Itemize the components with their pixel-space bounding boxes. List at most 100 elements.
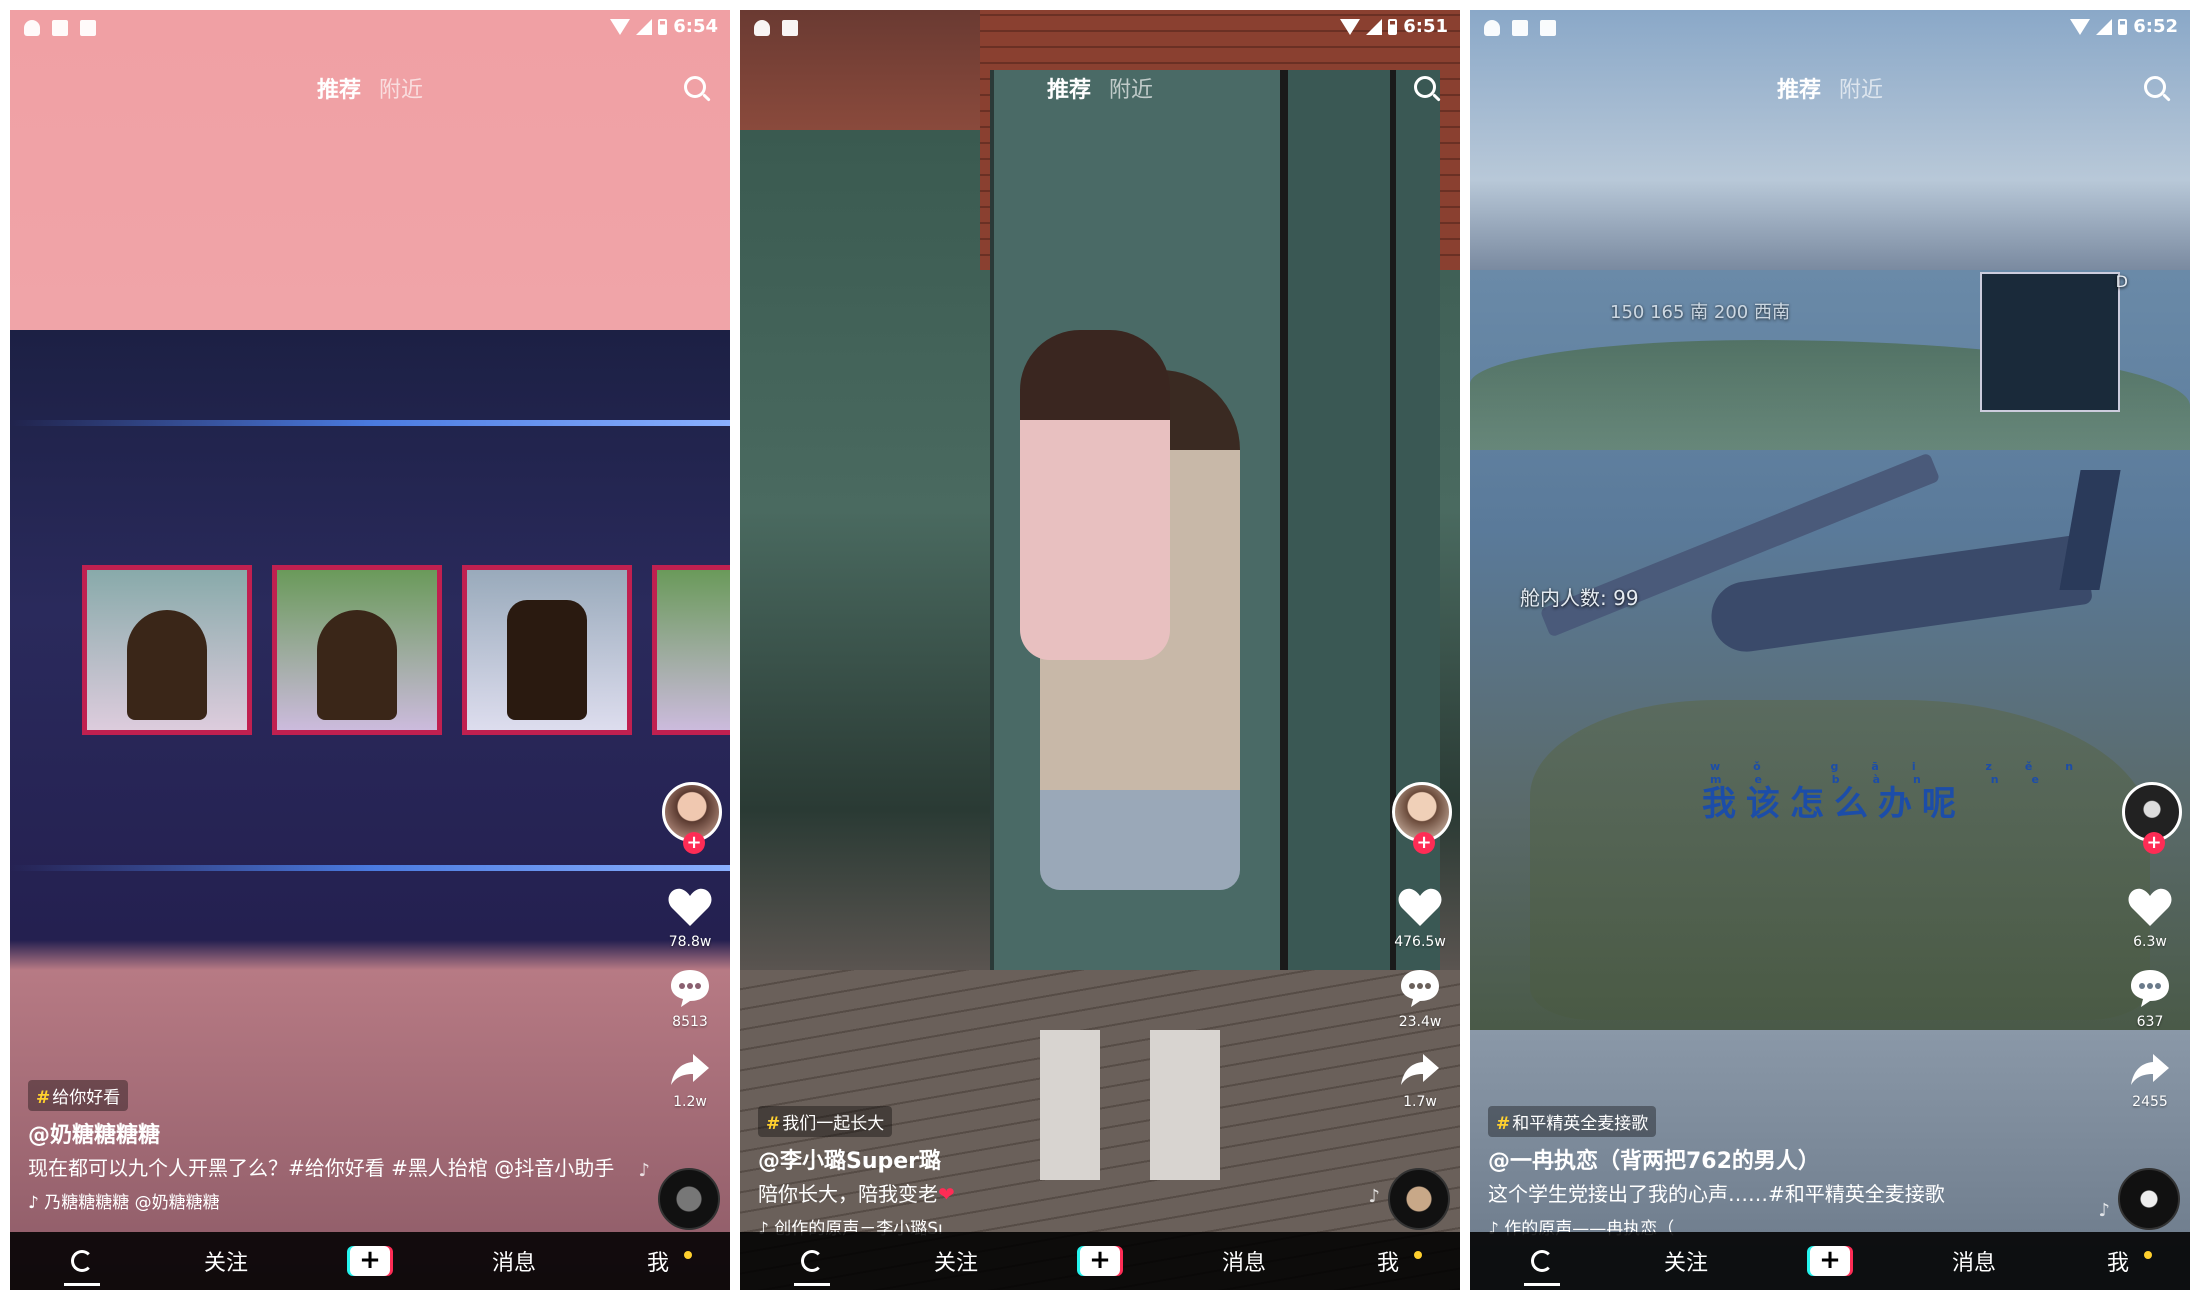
face-figure — [317, 610, 397, 720]
tab-recommend[interactable]: 推荐 — [1777, 78, 1821, 103]
nav-me[interactable]: 我 — [1316, 1245, 1460, 1277]
wifi-icon — [2070, 18, 2091, 35]
plus-icon: + — [1080, 1246, 1120, 1276]
phone-screen-2: 6:51 推荐 附近 + 476.5w 23.4w 1.7w ♪ # 我们一起长大 … — [740, 10, 1460, 1290]
battery-icon — [1388, 18, 1398, 35]
plus-icon: + — [350, 1246, 390, 1276]
heart-icon — [668, 888, 712, 926]
battery-icon — [2118, 18, 2128, 35]
game-hud-compass: 150 165 南 200 西南 — [1610, 302, 1790, 323]
frame-1 — [82, 565, 252, 735]
wifi-icon — [610, 18, 631, 35]
notification-icon — [1540, 20, 1556, 36]
music-disc-icon[interactable] — [658, 1168, 720, 1230]
video-caption: # 给你好看 @奶糖糖糖糖 现在都可以九个人开黑了么？#给你好看 #黑人抬棺 @抖… — [28, 1080, 630, 1213]
comment-count: 637 — [2136, 1014, 2164, 1030]
nav-home[interactable] — [10, 1250, 154, 1286]
tab-recommend[interactable]: 推荐 — [1047, 78, 1091, 103]
refresh-icon — [1531, 1250, 1553, 1272]
video-content-frames — [82, 565, 730, 745]
status-bar: 6:52 — [1470, 10, 2190, 50]
share-icon — [2131, 1054, 2169, 1085]
hashtag-chip[interactable]: # 我们一起长大 — [758, 1106, 893, 1137]
nav-follow[interactable]: 关注 — [884, 1245, 1028, 1277]
share-count: 1.7w — [1403, 1094, 1437, 1110]
light-streak — [10, 865, 730, 871]
bottom-nav: 关注 + 消息 我 — [740, 1232, 1460, 1290]
nav-create[interactable]: + — [1028, 1246, 1172, 1276]
search-icon[interactable] — [1414, 76, 1436, 98]
minimap[interactable] — [1980, 272, 2120, 412]
author-name[interactable]: @奶糖糖糖糖 — [28, 1117, 630, 1149]
comment-button[interactable]: 637 — [2118, 968, 2182, 1030]
comment-icon — [2131, 970, 2169, 1007]
game-hud-passengers: 舱内人数: 99 — [1520, 586, 1639, 610]
music-title[interactable]: ♪ 乃糖糖糖糖 @奶糖糖糖 — [28, 1188, 630, 1213]
search-icon[interactable] — [2144, 76, 2166, 98]
like-button[interactable]: 6.3w — [2118, 886, 2182, 950]
heart-icon — [2128, 888, 2172, 926]
nav-create[interactable]: + — [1758, 1246, 1902, 1276]
frame-4 — [652, 565, 730, 735]
image-icon — [1512, 20, 1528, 36]
creator-avatar[interactable]: + — [2122, 782, 2182, 854]
face-figure — [507, 600, 587, 720]
tab-nearby[interactable]: 附近 — [379, 78, 423, 103]
hashtag-chip[interactable]: # 给你好看 — [28, 1080, 129, 1111]
like-button[interactable]: 476.5w — [1388, 886, 1452, 950]
nav-home[interactable] — [1470, 1250, 1614, 1286]
nav-create[interactable]: + — [298, 1246, 442, 1276]
nav-me[interactable]: 我 — [586, 1245, 730, 1277]
video-description[interactable]: 陪你长大，陪我变老❤ — [758, 1181, 1360, 1208]
author-name[interactable]: @一冉执恋（背两把762的男人） — [1488, 1143, 2090, 1175]
nav-messages[interactable]: 消息 — [1902, 1245, 2046, 1277]
hashtag-chip[interactable]: # 和平精英全麦接歌 — [1488, 1106, 1657, 1137]
nav-follow[interactable]: 关注 — [1614, 1245, 1758, 1277]
android-icon — [754, 20, 770, 36]
top-tabs: 推荐 附近 — [10, 72, 730, 104]
fuselage — [1706, 533, 2094, 657]
child-figure — [1020, 330, 1170, 660]
share-button[interactable]: 2455 — [2118, 1052, 2182, 1110]
follow-plus-icon[interactable]: + — [2143, 832, 2165, 854]
share-icon — [1401, 1054, 1439, 1085]
share-button[interactable]: 1.2w — [658, 1052, 722, 1110]
music-disc-icon[interactable] — [2118, 1168, 2180, 1230]
creator-avatar[interactable]: + — [662, 782, 722, 854]
search-icon[interactable] — [684, 76, 706, 98]
author-name[interactable]: @李小璐Super璐 — [758, 1143, 1360, 1175]
music-disc-icon[interactable] — [1388, 1168, 1450, 1230]
video-caption: # 我们一起长大 @李小璐Super璐 陪你长大，陪我变老❤ ♪ 创作的原声－李小… — [758, 1106, 1360, 1239]
notification-dot — [1414, 1251, 1422, 1259]
bottom-nav: 关注 + 消息 我 — [1470, 1232, 2190, 1290]
like-button[interactable]: 78.8w — [658, 886, 722, 950]
plus-icon: + — [1810, 1246, 1850, 1276]
top-tabs: 推荐 附近 — [1470, 72, 2190, 104]
follow-plus-icon[interactable]: + — [1413, 832, 1435, 854]
video-background[interactable] — [1470, 10, 2190, 1290]
comment-button[interactable]: 23.4w — [1388, 968, 1452, 1030]
heart-icon — [1398, 888, 1442, 926]
like-count: 78.8w — [668, 934, 712, 950]
follow-plus-icon[interactable]: + — [683, 832, 705, 854]
like-count: 6.3w — [2133, 934, 2167, 950]
airplane — [1510, 452, 2130, 657]
nav-messages[interactable]: 消息 — [442, 1245, 586, 1277]
tab-nearby[interactable]: 附近 — [1839, 78, 1883, 103]
creator-avatar[interactable]: + — [1392, 782, 1452, 854]
notification-dot — [2144, 1251, 2152, 1259]
nav-messages[interactable]: 消息 — [1172, 1245, 1316, 1277]
comment-count: 8513 — [672, 1014, 708, 1030]
music-note-icon: ♪ — [638, 1160, 651, 1181]
nav-home[interactable] — [740, 1250, 884, 1286]
bottom-nav: 关注 + 消息 我 — [10, 1232, 730, 1290]
nav-follow[interactable]: 关注 — [154, 1245, 298, 1277]
video-description[interactable]: 现在都可以九个人开黑了么？#给你好看 #黑人抬棺 @抖音小助手 — [28, 1155, 630, 1182]
tab-nearby[interactable]: 附近 — [1109, 78, 1153, 103]
nav-me[interactable]: 我 — [2046, 1245, 2190, 1277]
video-description[interactable]: 这个学生党接出了我的心声……#和平精英全麦接歌 — [1488, 1181, 2090, 1208]
tab-recommend[interactable]: 推荐 — [317, 78, 361, 103]
share-button[interactable]: 1.7w — [1388, 1052, 1452, 1110]
signal-icon — [2096, 18, 2113, 35]
comment-button[interactable]: 8513 — [658, 968, 722, 1030]
